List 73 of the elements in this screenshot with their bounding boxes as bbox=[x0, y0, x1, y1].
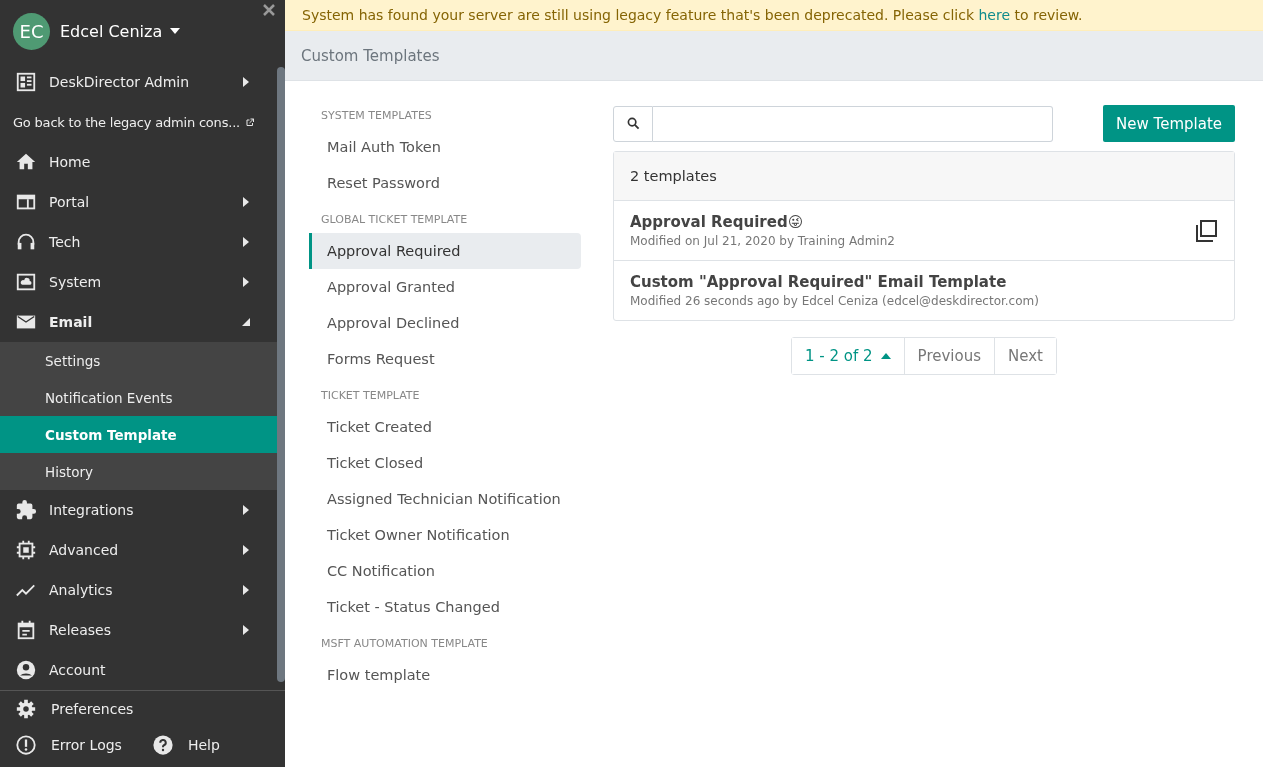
nav-item[interactable]: Email bbox=[0, 302, 277, 342]
caret-right-icon bbox=[242, 77, 250, 87]
template-item[interactable]: Mail Auth Token bbox=[309, 129, 581, 165]
template-item[interactable]: Approval Granted bbox=[309, 269, 581, 305]
nav-subitem[interactable]: Settings bbox=[0, 342, 277, 379]
nav-subitem[interactable]: Notification Events bbox=[0, 379, 277, 416]
nav-item[interactable]: Help bbox=[136, 727, 235, 763]
nav-item[interactable]: System bbox=[0, 262, 277, 302]
caret-right-icon bbox=[242, 505, 250, 515]
nav-item[interactable]: Analytics bbox=[0, 570, 277, 610]
template-item[interactable]: Ticket Closed bbox=[309, 445, 581, 481]
template-count: 2 templates bbox=[614, 152, 1234, 201]
caret-right-icon bbox=[242, 277, 250, 287]
user-avatar: EC bbox=[13, 12, 50, 50]
caret-up-icon bbox=[880, 353, 891, 359]
section-heading: MSFT AUTOMATION TEMPLATE bbox=[320, 636, 489, 652]
template-item[interactable]: Ticket Created bbox=[309, 409, 581, 445]
nav-item[interactable]: Releases bbox=[0, 610, 277, 650]
template-item[interactable]: Approval Declined bbox=[309, 305, 581, 341]
user-icon bbox=[15, 659, 37, 681]
nav-item[interactable]: Account bbox=[0, 650, 277, 690]
alert-icon bbox=[15, 734, 37, 756]
puzzle-icon bbox=[15, 499, 37, 521]
section-heading: GLOBAL TICKET TEMPLATE bbox=[320, 212, 469, 228]
caret-down-icon bbox=[170, 28, 181, 34]
caret-right-icon bbox=[242, 197, 250, 207]
caret-right-icon bbox=[242, 237, 250, 247]
template-item[interactable]: Approval Required bbox=[309, 233, 581, 269]
section-heading: SYSTEM TEMPLATES bbox=[320, 108, 433, 124]
nav-subitem[interactable]: Custom Template bbox=[0, 416, 277, 453]
warning-banner: System has found your server are still using legacy feature that's been deprecated. Please click here to review. bbox=[285, 0, 1263, 31]
scrollbar[interactable] bbox=[277, 67, 285, 682]
template-item[interactable]: Ticket Owner Notification bbox=[309, 517, 581, 553]
page-title: Custom Templates bbox=[285, 31, 1263, 81]
nav-item[interactable]: Advanced bbox=[0, 530, 277, 570]
chip-icon bbox=[15, 539, 37, 561]
new-template-button[interactable]: New Template bbox=[1103, 105, 1235, 142]
dashboard-icon bbox=[15, 71, 37, 93]
cloud-icon bbox=[15, 271, 37, 293]
template-item[interactable]: Reset Password bbox=[309, 165, 581, 201]
nav-item[interactable]: Tech bbox=[0, 222, 277, 262]
template-meta: Modified on Jul 21, 2020 by Training Admin2 bbox=[630, 234, 896, 248]
nav-item[interactable]: Error Logs bbox=[0, 727, 137, 763]
nav-item[interactable]: Go back to the legacy admin cons... bbox=[0, 102, 277, 142]
nav-item[interactable]: Portal bbox=[0, 182, 277, 222]
caret-up-icon bbox=[242, 317, 250, 327]
template-title[interactable]: Custom "Approval Required" Email Template bbox=[630, 273, 1218, 291]
search-field[interactable] bbox=[653, 105, 1053, 142]
search-icon bbox=[626, 117, 640, 130]
settings-icon bbox=[15, 698, 37, 720]
nav-item[interactable]: Home bbox=[0, 142, 277, 182]
nav-item[interactable]: Preferences bbox=[0, 691, 285, 727]
caret-right-icon bbox=[242, 545, 250, 555]
nav-item[interactable]: DeskDirector Admin bbox=[0, 62, 277, 102]
caret-right-icon bbox=[242, 585, 250, 595]
nav-subitem[interactable]: History bbox=[0, 453, 277, 490]
section-heading: TICKET TEMPLATE bbox=[320, 388, 421, 404]
template-title[interactable]: Approval Required😜 bbox=[630, 213, 1194, 231]
review-link[interactable]: here bbox=[978, 7, 1011, 23]
close-icon[interactable] bbox=[263, 4, 275, 16]
user-menu[interactable]: Edcel Ceniza bbox=[60, 21, 181, 41]
nav-item[interactable]: Integrations bbox=[0, 490, 277, 530]
help-icon bbox=[151, 734, 174, 756]
next-button[interactable]: Next bbox=[994, 338, 1056, 374]
template-item[interactable]: Assigned Technician Notification bbox=[309, 481, 581, 517]
calendar-icon bbox=[15, 619, 37, 641]
template-item[interactable]: Ticket - Status Changed bbox=[309, 589, 581, 625]
template-meta: Modified 26 seconds ago by Edcel Ceniza (edcel@deskdirector.com) bbox=[630, 294, 1040, 308]
copy-icon[interactable] bbox=[1194, 218, 1218, 243]
template-item[interactable]: Flow template bbox=[309, 657, 581, 693]
template-item[interactable]: Forms Request bbox=[309, 341, 581, 377]
template-item[interactable]: CC Notification bbox=[309, 553, 581, 589]
caret-right-icon bbox=[242, 625, 250, 635]
